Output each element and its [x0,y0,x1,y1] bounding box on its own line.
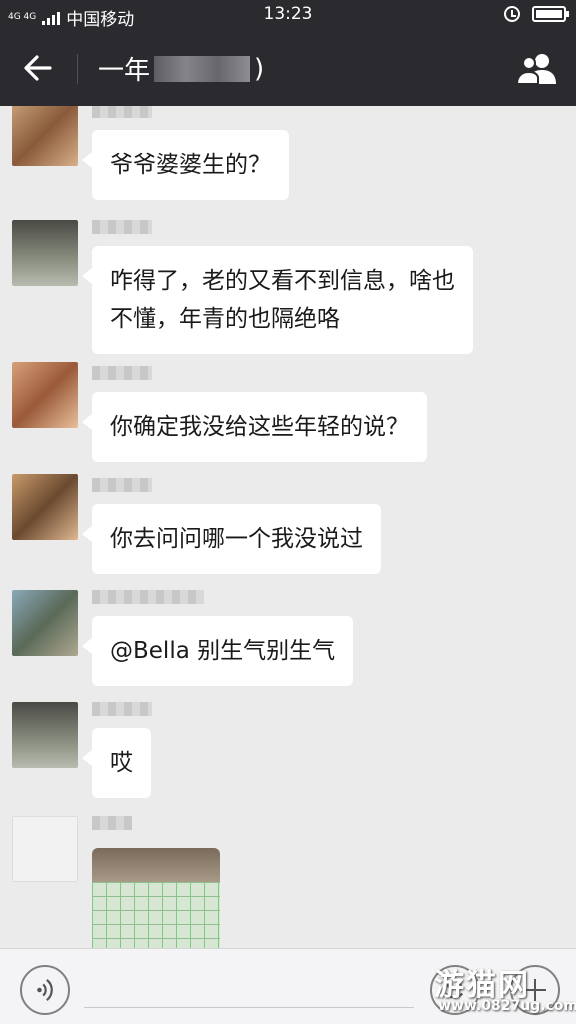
watermark-url: www.0827ug.com [438,998,576,1014]
status-bar: 4G 4G 中国移动 13:23 [0,0,576,30]
message-input[interactable] [84,1007,414,1008]
message-item: 你确定我没给这些年轻的说？ [0,362,576,462]
voice-input-icon[interactable] [20,965,70,1015]
message-item [0,812,576,948]
image-top [92,848,220,882]
alarm-icon [504,6,520,22]
image-message[interactable] [92,848,220,948]
message-bubble[interactable]: 爷爷婆婆生的？ [82,130,289,200]
battery-icon [532,6,569,22]
blurred-sender-name [92,590,204,604]
watermark: 游猫网 www.0827ug.com [434,960,576,1022]
blurred-sender-name [92,106,152,118]
status-right [504,6,569,22]
chat-title-prefix: 一年 [98,56,151,86]
sender-avatar[interactable] [12,362,78,428]
message-bubble[interactable]: 你去问问哪一个我没说过 [82,504,381,574]
blurred-sender-name [92,220,152,234]
message-bubble[interactable]: 咋得了，老的又看不到信息，啥也 不懂，年青的也隔绝咯 [82,246,473,354]
title-bar: 一年 ) [0,30,576,106]
chat-title: 一年 ) [98,50,264,87]
title-divider [77,54,78,84]
sender-avatar[interactable] [12,474,78,540]
sender-avatar[interactable] [12,220,78,286]
sender-avatar[interactable] [12,590,78,656]
sender-avatar[interactable] [12,702,78,768]
blurred-sender-name [92,478,152,492]
sender-avatar[interactable] [12,106,78,166]
message-item: 你去问问哪一个我没说过 [0,474,576,574]
back-arrow-icon[interactable] [20,50,56,86]
group-members-icon[interactable] [516,50,560,86]
chat-area[interactable]: 爷爷婆婆生的？ 咋得了，老的又看不到信息，啥也 不懂，年青的也隔绝咯 你确定我没… [0,106,576,948]
image-grid-paper [92,882,220,948]
blurred-sender-name [92,702,152,716]
blurred-title-text [154,55,251,82]
blurred-sender-name [92,816,132,830]
message-bubble[interactable]: 哎 [82,728,151,798]
clock: 13:23 [263,4,313,24]
blurred-sender-name [92,366,152,380]
message-item: 咋得了，老的又看不到信息，啥也 不懂，年青的也隔绝咯 [0,216,576,356]
message-item: 哎 [0,698,576,798]
message-item: @Bella 别生气别生气 [0,586,576,686]
message-item: 爷爷婆婆生的？ [0,106,576,200]
message-bubble[interactable]: 你确定我没给这些年轻的说？ [82,392,427,462]
chat-title-suffix: ) [254,53,265,84]
sender-avatar[interactable] [12,816,78,882]
message-bubble[interactable]: @Bella 别生气别生气 [81,616,354,686]
